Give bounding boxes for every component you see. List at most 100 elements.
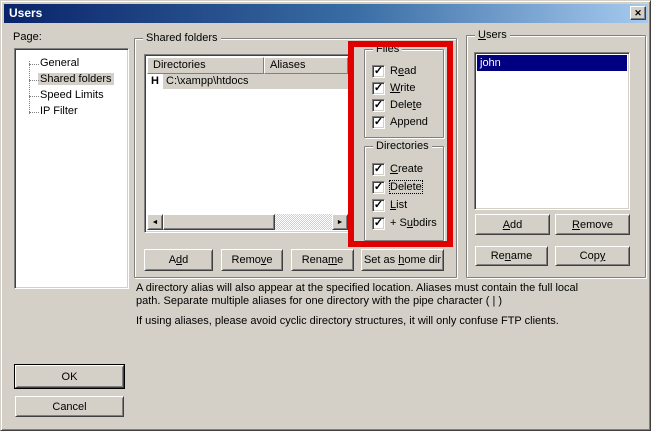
scroll-left-icon: ◄ bbox=[152, 219, 159, 226]
scroll-right-button[interactable]: ► bbox=[332, 214, 348, 230]
checkbox-box[interactable]: ✓ bbox=[372, 116, 385, 129]
label-pre: Remo bbox=[232, 254, 261, 266]
checkbox-label: Write bbox=[390, 82, 415, 94]
checkbox-box[interactable]: ✓ bbox=[372, 217, 385, 230]
shared-folders-group-label: Shared folders bbox=[143, 32, 221, 44]
checkbox-box[interactable]: ✓ bbox=[372, 65, 385, 78]
tree-item-shared-folders[interactable]: Shared folders bbox=[40, 72, 114, 88]
button-label: Rename bbox=[302, 254, 344, 266]
directory-path: C:\xampp\htdocs bbox=[163, 74, 348, 89]
add-user-button[interactable]: Add bbox=[475, 214, 550, 235]
label-post: reate bbox=[398, 163, 423, 175]
check-icon: ✓ bbox=[374, 83, 383, 93]
rename-directory-button[interactable]: Rename bbox=[291, 249, 354, 271]
rename-user-button[interactable]: Rename bbox=[475, 246, 548, 266]
copy-user-button[interactable]: Copy bbox=[555, 246, 630, 266]
checkbox-label: Delete bbox=[390, 99, 422, 111]
checkbox-files-append[interactable]: ✓ Append bbox=[372, 115, 428, 129]
checkbox-files-delete[interactable]: ✓ Delete bbox=[372, 98, 422, 112]
tree-item-label: Speed Limits bbox=[40, 89, 104, 101]
tree-item-speed-limits[interactable]: Speed Limits bbox=[40, 88, 104, 104]
users-dialog: Users ✕ Page: General Shared folders Spe… bbox=[0, 0, 651, 431]
page-tree[interactable]: General Shared folders Speed Limits IP F… bbox=[14, 48, 129, 289]
checkbox-label: List bbox=[390, 199, 407, 211]
label-post: emove bbox=[580, 219, 613, 231]
tree-item-label: Shared folders bbox=[38, 73, 114, 85]
button-label: Add bbox=[169, 254, 189, 266]
label-pre: Cop bbox=[580, 250, 600, 262]
checkbox-box[interactable]: ✓ bbox=[372, 99, 385, 112]
remove-directory-button[interactable]: Remove bbox=[221, 249, 283, 271]
checkbox-label: + Subdirs bbox=[390, 217, 437, 229]
ok-button[interactable]: OK bbox=[15, 365, 124, 388]
label-accel: C bbox=[390, 163, 398, 175]
check-icon: ✓ bbox=[374, 218, 383, 228]
checkbox-box[interactable]: ✓ bbox=[372, 181, 385, 194]
checkbox-dirs-subdirs[interactable]: ✓ + Subdirs bbox=[372, 216, 437, 230]
checkbox-label: Append bbox=[390, 116, 428, 128]
checkbox-box[interactable]: ✓ bbox=[372, 199, 385, 212]
tree-item-label: IP Filter bbox=[40, 105, 78, 117]
cancel-button[interactable]: Cancel bbox=[15, 396, 124, 417]
check-icon: ✓ bbox=[374, 66, 383, 76]
directory-row[interactable]: H C:\xampp\htdocs bbox=[147, 74, 348, 89]
close-icon: ✕ bbox=[634, 9, 642, 18]
checkbox-dirs-create[interactable]: ✓ Create bbox=[372, 162, 423, 176]
button-label: Remove bbox=[572, 219, 613, 231]
label-post: d bbox=[182, 254, 188, 266]
label-post: rite bbox=[400, 82, 415, 94]
add-directory-button[interactable]: Add bbox=[144, 249, 213, 271]
tree-item-general[interactable]: General bbox=[40, 56, 79, 72]
scroll-right-icon: ► bbox=[337, 219, 344, 226]
directories-list[interactable]: Directories Aliases H C:\xampp\htdocs ◄ … bbox=[144, 54, 351, 233]
label-pre: Rena bbox=[302, 254, 328, 266]
tree-item-ip-filter[interactable]: IP Filter bbox=[40, 104, 78, 120]
checkbox-box[interactable]: ✓ bbox=[372, 82, 385, 95]
page-label: Page: bbox=[13, 31, 42, 43]
column-header-directories[interactable]: Directories bbox=[147, 57, 264, 74]
alias-help-text: A directory alias will also appear at th… bbox=[136, 282, 578, 308]
checkbox-files-read[interactable]: ✓ Read bbox=[372, 64, 416, 78]
horizontal-scrollbar[interactable]: ◄ ► bbox=[147, 214, 348, 230]
help-line: A directory alias will also appear at th… bbox=[136, 282, 578, 295]
files-group-label: Files bbox=[373, 43, 402, 55]
directories-group-label: Directories bbox=[373, 140, 432, 152]
set-as-home-dir-button[interactable]: Set as home dir bbox=[361, 249, 444, 271]
label-pre: Dele bbox=[390, 99, 413, 111]
label-post: e bbox=[416, 99, 422, 111]
scroll-left-button[interactable]: ◄ bbox=[147, 214, 163, 230]
label-post: bdirs bbox=[413, 217, 437, 229]
label-post: e bbox=[337, 254, 343, 266]
tree-line bbox=[29, 61, 30, 114]
user-list-item[interactable]: john bbox=[477, 55, 627, 71]
title-bar[interactable]: Users bbox=[4, 4, 648, 23]
label-post: ist bbox=[396, 199, 407, 211]
label-accel: A bbox=[503, 219, 510, 231]
window-title: Users bbox=[9, 6, 42, 20]
checkbox-dirs-delete[interactable]: ✓ Delete bbox=[372, 180, 422, 194]
files-group: Files ✓ Read ✓ Write ✓ Delete ✓ Append bbox=[364, 49, 444, 138]
check-icon: ✓ bbox=[374, 200, 383, 210]
checkbox-label: Create bbox=[390, 163, 423, 175]
users-list[interactable]: john bbox=[474, 52, 630, 210]
close-button[interactable]: ✕ bbox=[630, 6, 646, 20]
button-label: Add bbox=[503, 219, 523, 231]
label-pre: R bbox=[390, 65, 398, 77]
checkbox-box[interactable]: ✓ bbox=[372, 163, 385, 176]
remove-user-button[interactable]: Remove bbox=[555, 214, 630, 235]
label-accel: m bbox=[328, 254, 337, 266]
label-post: dd bbox=[510, 219, 522, 231]
check-icon: ✓ bbox=[374, 117, 383, 127]
column-header-aliases[interactable]: Aliases bbox=[264, 57, 348, 74]
checkbox-label-focused: Delete bbox=[390, 181, 422, 193]
checkbox-dirs-list[interactable]: ✓ List bbox=[372, 198, 407, 212]
label-pre: Re bbox=[491, 250, 505, 262]
scrollbar-thumb[interactable] bbox=[163, 214, 275, 230]
check-icon: ✓ bbox=[374, 100, 383, 110]
label-pre: Append bbox=[390, 116, 428, 128]
directories-group: Directories ✓ Create ✓ Delete ✓ List ✓ +… bbox=[364, 146, 444, 241]
checkbox-files-write[interactable]: ✓ Write bbox=[372, 81, 415, 95]
label-post: ome dir bbox=[404, 254, 441, 266]
label-post: ad bbox=[404, 65, 416, 77]
checkbox-label: Read bbox=[390, 65, 416, 77]
